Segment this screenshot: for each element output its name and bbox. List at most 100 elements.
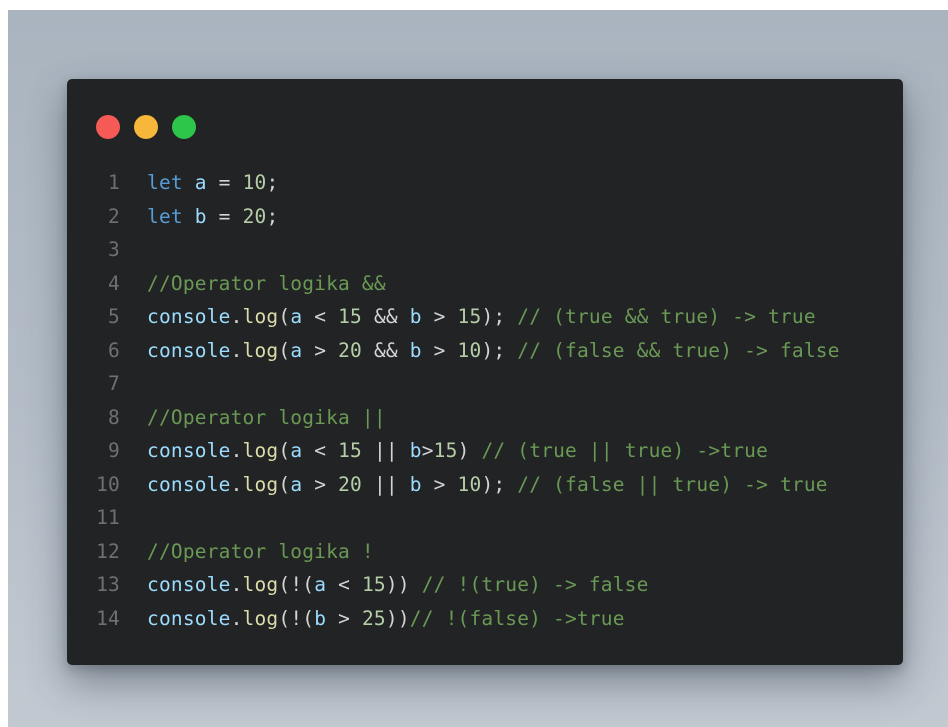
- code-token: );: [481, 338, 518, 362]
- code-token: (: [278, 439, 291, 462]
- code-token: let: [147, 171, 183, 194]
- code-token: log: [242, 439, 279, 462]
- code-token: 10: [457, 338, 482, 362]
- code-line: 14 console.log(!(b > 25))// !(false) ->tr…: [67, 602, 903, 636]
- code-token: >: [421, 338, 458, 362]
- code-token: .: [230, 606, 243, 630]
- code-token: log: [242, 573, 279, 596]
- line-code: //Operator logika ||: [147, 401, 386, 435]
- code-line: 4 //Operator logika &&: [67, 267, 903, 301]
- code-token: a: [194, 171, 207, 194]
- code-token: console: [147, 338, 231, 362]
- code-token: a: [314, 573, 327, 596]
- code-token: //Operator logika &&: [147, 271, 386, 295]
- code-token: ||: [362, 439, 410, 462]
- line-code: console.log(!(a < 15)) // !(true) -> fal…: [147, 568, 649, 602]
- code-token: b: [409, 472, 422, 496]
- code-token: log: [242, 305, 279, 328]
- code-token: a: [290, 338, 303, 362]
- code-token: (!(: [278, 606, 315, 630]
- close-dot-icon[interactable]: [96, 115, 120, 139]
- code-token: =: [206, 204, 243, 228]
- code-line: 3: [67, 233, 903, 267]
- line-number: 8: [108, 405, 120, 429]
- code-token: &&: [362, 305, 410, 328]
- code-token: //Operator logika !: [147, 539, 374, 563]
- line-number: 13: [96, 573, 120, 596]
- line-number: 3: [108, 238, 120, 261]
- maximize-dot-icon[interactable]: [172, 115, 196, 139]
- code-token: (: [278, 305, 291, 328]
- code-token: log: [242, 338, 279, 362]
- code-block: 1 let a = 10; 2 let b = 20; 3 4 //Operator log…: [67, 166, 903, 635]
- line-number: 12: [96, 539, 120, 563]
- line-code: let b = 20;: [147, 200, 278, 234]
- line-number: 4: [108, 271, 120, 295]
- code-token: <: [326, 573, 362, 596]
- code-token: 15: [338, 439, 362, 462]
- code-token: a: [290, 472, 303, 496]
- line-code: console.log(a < 15 || b>15) // (true || …: [147, 434, 768, 468]
- code-token: // (false || true) -> true: [517, 472, 828, 496]
- code-token: b: [409, 305, 422, 328]
- line-number: 2: [108, 204, 120, 228]
- code-token: 15: [433, 439, 458, 462]
- code-token: >: [302, 338, 339, 362]
- code-token: );: [481, 472, 518, 496]
- code-token: .: [230, 472, 243, 496]
- line-code: let a = 10;: [147, 166, 278, 200]
- code-token: 15: [361, 573, 386, 596]
- code-token: b: [409, 439, 422, 462]
- line-code: console.log(a < 15 && b > 15); // (true …: [147, 300, 816, 334]
- code-token: ): [457, 439, 482, 462]
- code-line: 9 console.log(a < 15 || b>15) // (true ||…: [67, 434, 903, 468]
- code-token: 15: [338, 305, 362, 328]
- line-code: console.log(!(b > 25))// !(false) ->true: [147, 602, 625, 636]
- code-token: >: [421, 439, 434, 462]
- code-token: );: [481, 305, 518, 328]
- code-token: log: [242, 606, 279, 630]
- line-code: console.log(a > 20 || b > 10); // (false…: [147, 468, 828, 502]
- code-token: (!(: [278, 573, 315, 596]
- code-token: // !(true) -> false: [421, 573, 649, 596]
- code-token: 20: [338, 472, 362, 496]
- code-token: >: [326, 606, 362, 630]
- code-token: let: [147, 204, 183, 228]
- code-token: >: [421, 472, 458, 496]
- code-token: console: [147, 439, 231, 462]
- line-number: 9: [108, 439, 120, 462]
- code-line: 6 console.log(a > 20 && b > 10); // (fals…: [67, 334, 903, 368]
- code-token: b: [194, 204, 207, 228]
- line-code: //Operator logika !: [147, 535, 374, 569]
- line-number: 5: [108, 305, 120, 328]
- code-token: a: [290, 439, 303, 462]
- code-token: .: [230, 439, 243, 462]
- code-token: =: [206, 171, 243, 194]
- code-token: // (false && true) -> false: [517, 338, 840, 362]
- minimize-dot-icon[interactable]: [134, 115, 158, 139]
- line-number: 11: [96, 506, 120, 529]
- line-code: console.log(a > 20 && b > 10); // (false…: [147, 334, 840, 368]
- line-number: 7: [108, 372, 120, 395]
- code-token: b: [409, 338, 422, 362]
- code-token: <: [302, 439, 339, 462]
- code-token: // (true || true) ->true: [481, 439, 769, 462]
- line-number: 6: [108, 338, 120, 362]
- code-token: 20: [242, 204, 267, 228]
- code-token: //Operator logika ||: [147, 405, 386, 429]
- code-token: console: [147, 573, 231, 596]
- code-token: 20: [338, 338, 362, 362]
- code-token: ||: [362, 472, 410, 496]
- code-token: log: [242, 472, 279, 496]
- code-token: (: [278, 338, 291, 362]
- code-token: console: [147, 472, 231, 496]
- code-token: console: [147, 606, 231, 630]
- code-token: b: [314, 606, 327, 630]
- code-line: 10 console.log(a > 20 || b > 10); // (fal…: [67, 468, 903, 502]
- code-line: 2 let b = 20;: [67, 200, 903, 234]
- code-line: 13 console.log(!(a < 15)) // !(true) -> f…: [67, 568, 903, 602]
- code-token: <: [302, 305, 339, 328]
- code-line: 11: [67, 501, 903, 535]
